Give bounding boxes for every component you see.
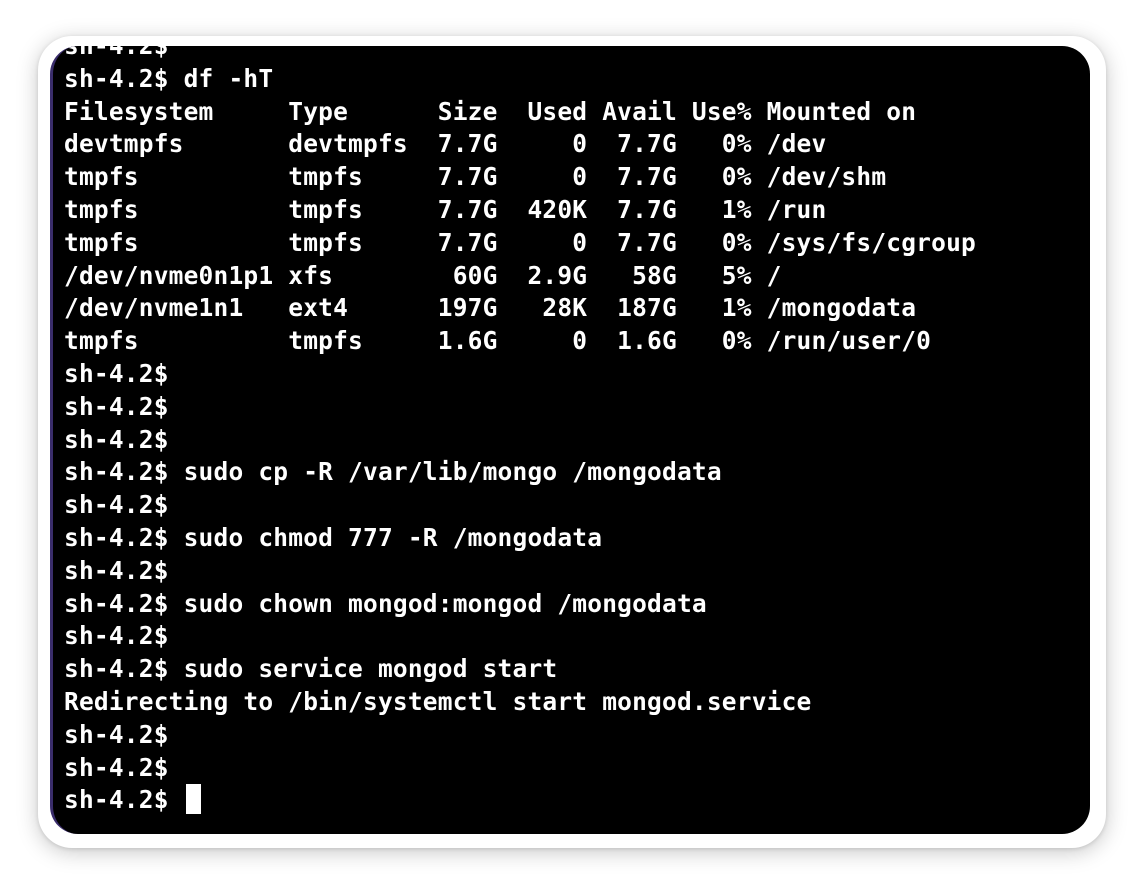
text-cursor	[185, 784, 201, 815]
terminal-window[interactable]: sh-4.2$sh-4.2$ df -hTFilesystem Type Siz…	[50, 46, 1090, 834]
terminal-line: sh-4.2$	[64, 358, 169, 388]
terminal-output: sh-4.2$sh-4.2$ df -hTFilesystem Type Siz…	[64, 46, 976, 817]
terminal-input-line[interactable]: sh-4.2$	[64, 784, 976, 817]
terminal-line: Redirecting to /bin/systemctl start mong…	[64, 686, 812, 716]
terminal-line: sh-4.2$	[64, 719, 169, 749]
terminal-prompt: sh-4.2$	[64, 785, 184, 815]
terminal-line: sh-4.2$ df -hT	[64, 63, 274, 93]
terminal-line: tmpfs tmpfs 7.7G 0 7.7G 0% /sys/fs/cgrou…	[64, 227, 976, 257]
terminal-line: /dev/nvme0n1p1 xfs 60G 2.9G 58G 5% /	[64, 260, 782, 290]
terminal-line: sh-4.2$ sudo chmod 777 -R /mongodata	[64, 522, 603, 552]
terminal-line: sh-4.2$	[64, 555, 169, 585]
terminal-line: /dev/nvme1n1 ext4 197G 28K 187G 1% /mong…	[64, 293, 917, 323]
terminal-line: devtmpfs devtmpfs 7.7G 0 7.7G 0% /dev	[64, 129, 827, 159]
terminal-line: sh-4.2$	[64, 46, 976, 63]
terminal-line: sh-4.2$	[64, 752, 169, 782]
terminal-line: sh-4.2$ sudo cp -R /var/lib/mongo /mongo…	[64, 457, 722, 487]
terminal-line: tmpfs tmpfs 7.7G 420K 7.7G 1% /run	[64, 194, 827, 224]
terminal-line: Filesystem Type Size Used Avail Use% Mou…	[64, 96, 917, 126]
terminal-line: tmpfs tmpfs 1.6G 0 1.6G 0% /run/user/0	[64, 326, 932, 356]
terminal-line: sh-4.2$	[64, 621, 169, 651]
terminal-line: sh-4.2$	[64, 490, 169, 520]
terminal-line: tmpfs tmpfs 7.7G 0 7.7G 0% /dev/shm	[64, 162, 887, 192]
terminal-line: sh-4.2$ sudo service mongod start	[64, 654, 558, 684]
terminal-line: sh-4.2$ sudo chown mongod:mongod /mongod…	[64, 588, 707, 618]
terminal-line: sh-4.2$	[64, 391, 169, 421]
terminal-line: sh-4.2$	[64, 424, 169, 454]
